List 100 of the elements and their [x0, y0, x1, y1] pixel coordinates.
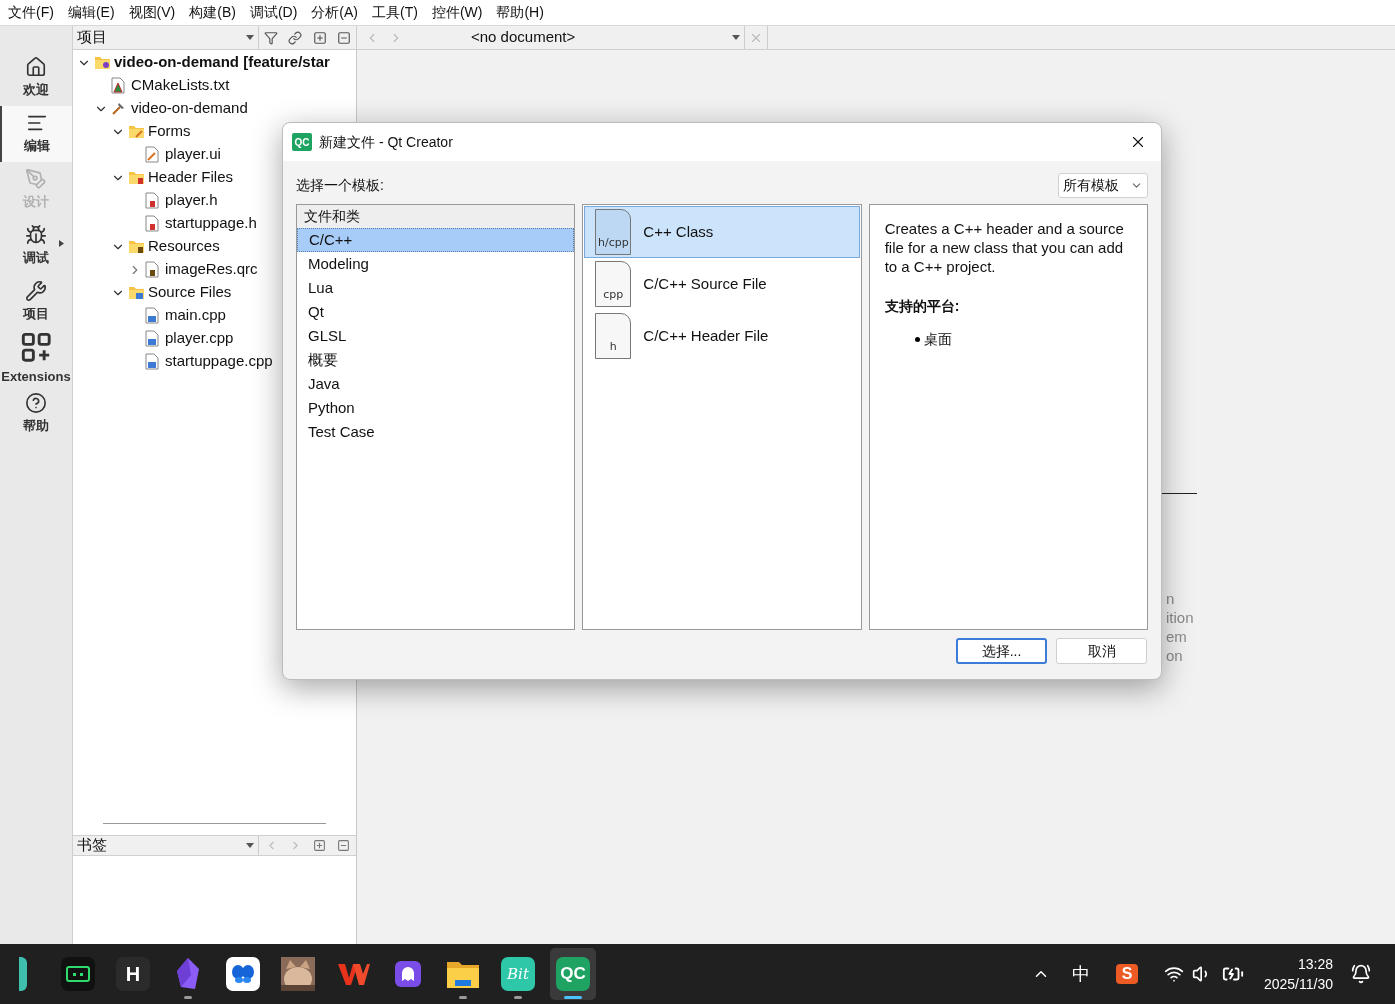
mode-tab[interactable]: 项目: [0, 274, 72, 330]
terminal-app-icon[interactable]: [61, 957, 95, 991]
ghost-app-icon[interactable]: [395, 961, 421, 987]
notification-icon[interactable]: [1351, 964, 1371, 984]
resource-file-icon: [145, 261, 159, 278]
resource-folder-icon: [128, 239, 145, 254]
template-item[interactable]: h C/C++ Header File: [584, 310, 860, 362]
menu-item[interactable]: 构建(B): [183, 2, 242, 23]
header-file-icon: [145, 192, 159, 209]
running-indicator: [184, 996, 192, 999]
tree-item[interactable]: main.cpp: [165, 304, 226, 327]
view-selector[interactable]: 项目: [73, 26, 259, 49]
mode-tab[interactable]: 帮助: [0, 386, 72, 442]
source-file-icon: [145, 330, 159, 347]
welcome-text: ition: [1166, 608, 1194, 627]
remove-icon[interactable]: [337, 839, 351, 852]
template-filter[interactable]: 所有模板: [1058, 173, 1148, 198]
taskbar-button[interactable]: H: [110, 948, 156, 1000]
menu-item[interactable]: 视图(V): [122, 2, 182, 23]
tree-item[interactable]: CMakeLists.txt: [131, 74, 230, 97]
running-indicator: [564, 996, 582, 999]
tree-item[interactable]: video-on-demand [feature/star: [114, 51, 330, 74]
dialog-title: 新建文件 - Qt Creator: [319, 132, 453, 152]
tree-item[interactable]: Header Files: [148, 166, 234, 189]
tree-item[interactable]: startuppage.cpp: [165, 350, 273, 373]
link-icon[interactable]: [288, 30, 303, 45]
source-file-icon: [145, 353, 159, 370]
tree-item[interactable]: player.cpp: [165, 327, 234, 350]
tree-item[interactable]: imageRes.qrc: [165, 258, 258, 281]
butterfly-app-icon[interactable]: [226, 957, 260, 991]
dropdown-icon: [732, 35, 740, 40]
submenu-arrow-icon[interactable]: [59, 240, 64, 247]
project-folder-icon: [94, 55, 111, 70]
welcome-text: em: [1166, 627, 1188, 646]
menu-item[interactable]: 工具(T): [366, 2, 424, 23]
clock-date[interactable]: 2025/11/30: [1263, 974, 1333, 994]
hammer-icon: [111, 101, 126, 116]
welcome-text: n: [1166, 589, 1176, 608]
cmake-file-icon: [111, 77, 125, 94]
header-folder-icon: [128, 170, 145, 185]
app-icon[interactable]: [19, 957, 27, 991]
form-file-icon: [145, 146, 159, 163]
tree-item[interactable]: video-on-demand: [131, 97, 248, 120]
category-item[interactable]: 概要: [297, 348, 575, 372]
source-file-icon: [145, 307, 159, 324]
running-indicator: [514, 996, 522, 999]
tree-item[interactable]: player.ui: [165, 143, 221, 166]
menu-item[interactable]: 调试(D): [243, 2, 304, 23]
source-folder-icon: [128, 285, 145, 300]
file-icon: h/cpp: [595, 209, 632, 255]
category-item[interactable]: Test Case: [297, 420, 575, 444]
dialog-button[interactable]: 取消: [1056, 638, 1147, 664]
category-item[interactable]: C/C++: [297, 228, 575, 252]
category-item[interactable]: GLSL: [297, 324, 575, 348]
tree-item[interactable]: startuppage.h: [165, 212, 257, 235]
menu-item[interactable]: 帮助(H): [490, 2, 550, 23]
app-logo: QC: [292, 133, 312, 151]
menu-item[interactable]: 控件(W): [425, 2, 489, 23]
menu-item[interactable]: 编辑(E): [61, 2, 121, 23]
menu-item[interactable]: 分析(A): [305, 2, 364, 23]
category-item[interactable]: Qt: [297, 300, 575, 324]
welcome-text: on: [1166, 646, 1184, 665]
bookmarks-selector[interactable]: 书签: [77, 834, 107, 857]
category-header: 文件和类: [297, 205, 575, 228]
template-prompt: 选择一个模板:: [296, 176, 384, 195]
wrench-icon: [25, 280, 47, 303]
expand-all-icon[interactable]: [312, 30, 327, 45]
help-icon: [25, 392, 47, 415]
mode-tab[interactable]: 调试: [0, 218, 72, 274]
template-item[interactable]: cpp C/C++ Source File: [584, 258, 860, 310]
folder-app-icon[interactable]: [446, 959, 480, 989]
tree-item[interactable]: player.h: [165, 189, 218, 212]
dialog-button[interactable]: 选择...: [956, 638, 1047, 664]
tree-item[interactable]: Resources: [148, 235, 220, 258]
add-icon[interactable]: [313, 839, 327, 852]
template-item[interactable]: h/cpp C++ Class: [584, 206, 860, 258]
menu-item[interactable]: 文件(F): [2, 2, 60, 23]
app-icon[interactable]: H: [116, 957, 150, 991]
office-app-icon[interactable]: [336, 961, 370, 987]
input-method[interactable]: 中: [1071, 960, 1090, 988]
file-icon: cpp: [595, 261, 632, 307]
mode-tab[interactable]: 欢迎: [0, 50, 72, 106]
document-selector[interactable]: <no document>: [411, 26, 745, 49]
tree-item[interactable]: Source Files: [148, 281, 232, 304]
wifi-icon[interactable]: [1163, 964, 1184, 984]
collapse-all-icon[interactable]: [336, 30, 351, 45]
category-item[interactable]: Java: [297, 372, 575, 396]
category-item[interactable]: Python: [297, 396, 575, 420]
header-file-icon: [145, 215, 159, 232]
clock-time[interactable]: 13:28: [1297, 954, 1333, 974]
category-item[interactable]: Lua: [297, 276, 575, 300]
category-item[interactable]: Modeling: [297, 252, 575, 276]
mode-tab[interactable]: Extensions: [0, 330, 72, 386]
running-indicator: [459, 996, 467, 999]
filter-icon[interactable]: [264, 30, 279, 45]
platforms-heading: 支持的平台:: [884, 297, 961, 316]
file-icon: h: [595, 313, 632, 359]
mode-tab[interactable]: 编辑: [0, 106, 72, 162]
bullet-icon: [914, 337, 920, 342]
tree-item[interactable]: Forms: [148, 120, 191, 143]
